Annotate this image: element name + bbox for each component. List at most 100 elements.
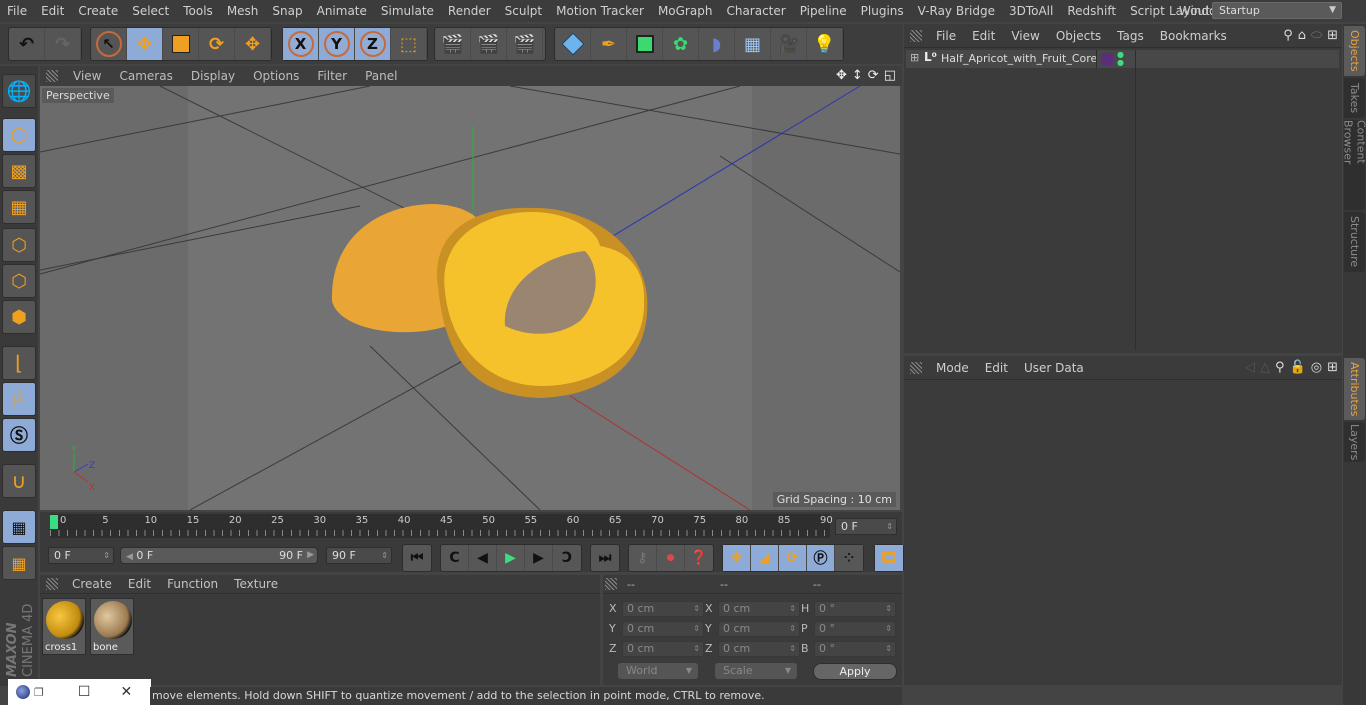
spinner-icon[interactable]: ⇕ <box>789 602 796 616</box>
camera-label[interactable]: Perspective <box>42 88 114 103</box>
undo-button[interactable]: ↶ <box>9 28 45 60</box>
record-key-button[interactable]: ⚷ <box>629 545 657 571</box>
spinner-icon[interactable]: ⇕ <box>885 602 892 616</box>
axis-x-button[interactable]: X <box>283 28 319 60</box>
workplane-mode-button[interactable]: ▦ <box>2 190 36 224</box>
material-bone[interactable]: bone <box>90 598 134 655</box>
spinner-icon[interactable]: ⇕ <box>693 602 700 616</box>
object-name[interactable]: Half_Apricot_with_Fruit_Core <box>941 52 1097 65</box>
goto-end-button[interactable]: ⏭ <box>591 545 619 571</box>
tab-content-browser[interactable]: Content Browser <box>1342 120 1366 210</box>
coord-field[interactable]: 0 cm ⇕ <box>718 621 800 637</box>
polygons-mode-button[interactable]: ⬢ <box>2 300 36 334</box>
viewport-menu-cameras[interactable]: Cameras <box>110 69 181 83</box>
menu-file[interactable]: File <box>0 4 34 18</box>
search-icon[interactable]: ⚲ <box>1275 360 1285 375</box>
spinner-icon[interactable]: ⇕ <box>789 642 796 656</box>
tab-layers[interactable]: Layers <box>1344 422 1365 462</box>
snap-button[interactable]: ∪ <box>2 464 36 498</box>
coord-field[interactable]: 0 ° ⇕ <box>814 641 896 657</box>
material-menu-function[interactable]: Function <box>159 577 226 591</box>
prev-key-button[interactable]: C <box>441 545 469 571</box>
pen-button[interactable]: ✒ <box>591 28 627 60</box>
viewport-perspective[interactable]: Y Z X Perspective Grid Spacing : 10 cm <box>40 86 900 510</box>
dolly-icon[interactable]: ↕ <box>852 68 863 83</box>
orbit-icon[interactable]: ⟳ <box>868 68 879 83</box>
panel-grip-icon[interactable] <box>605 578 617 590</box>
points-mode-button[interactable]: ⬡ <box>2 228 36 262</box>
axis-mode-button[interactable]: ⌊ <box>2 346 36 380</box>
viewport-menu-view[interactable]: View <box>64 69 110 83</box>
object-menu-tags[interactable]: Tags <box>1109 29 1152 43</box>
panel-grip-icon[interactable] <box>46 70 58 82</box>
coord-field[interactable]: 0 ° ⇕ <box>814 601 896 617</box>
key-parameter-button[interactable]: Ⓟ <box>807 545 835 571</box>
menu-animate[interactable]: Animate <box>310 4 374 18</box>
menu-vray-bridge[interactable]: V-Ray Bridge <box>911 4 1002 18</box>
maximize-view-icon[interactable]: ◱ <box>884 68 896 83</box>
menu-pipeline[interactable]: Pipeline <box>793 4 854 18</box>
maximize-icon[interactable]: ☐ <box>78 684 91 700</box>
menu-redshift[interactable]: Redshift <box>1060 4 1123 18</box>
menu-select[interactable]: Select <box>125 4 176 18</box>
menu-snap[interactable]: Snap <box>265 4 309 18</box>
coord-field[interactable]: 0 cm ⇕ <box>622 601 704 617</box>
menu-motion-tracker[interactable]: Motion Tracker <box>549 4 651 18</box>
model-mode-button[interactable]: ⬡ <box>2 118 36 152</box>
render-settings-button[interactable]: 🎬 <box>507 28 543 60</box>
coord-field[interactable]: 0 cm ⇕ <box>622 621 704 637</box>
make-editable-button[interactable]: 🌐 <box>2 74 36 108</box>
key-position-button[interactable]: ✥ <box>723 545 751 571</box>
object-menu-bookmarks[interactable]: Bookmarks <box>1152 29 1235 43</box>
spinner-icon[interactable]: ⇕ <box>381 548 388 563</box>
subdivision-button[interactable] <box>627 28 663 60</box>
expand-icon[interactable]: ⊞ <box>910 51 919 64</box>
menu-mograph[interactable]: MoGraph <box>651 4 720 18</box>
solo-button[interactable]: Ⓢ <box>2 418 36 452</box>
range-right-arrow-icon[interactable]: ▶ <box>307 548 314 563</box>
viewport-menu-filter[interactable]: Filter <box>308 69 356 83</box>
panel-grip-icon[interactable] <box>910 29 922 42</box>
back-arrow-icon[interactable]: ◁ <box>1245 360 1255 375</box>
deformer-button[interactable]: ◗ <box>699 28 735 60</box>
object-menu-file[interactable]: File <box>928 29 964 43</box>
spinner-icon[interactable]: ⇕ <box>693 642 700 656</box>
coord-field[interactable]: 0 ° ⇕ <box>814 621 896 637</box>
restore-icon[interactable]: ❐ <box>34 686 44 699</box>
spinner-icon[interactable]: ⇕ <box>885 622 892 636</box>
next-key-button[interactable]: Ↄ <box>553 545 581 571</box>
viewport-menu-display[interactable]: Display <box>182 69 244 83</box>
menu-sculpt[interactable]: Sculpt <box>498 4 549 18</box>
menu-plugins[interactable]: Plugins <box>854 4 911 18</box>
menu-mesh[interactable]: Mesh <box>220 4 266 18</box>
coord-space-dropdown[interactable]: World ▼ <box>618 663 698 679</box>
move-tool-button[interactable]: ✥ <box>127 28 163 60</box>
timeline-ruler[interactable]: 0 5 10 15 20 25 30 35 40 45 50 55 60 65 70 75 80 85 90 <box>50 514 833 538</box>
lock-icon[interactable]: 🔓 <box>1290 360 1306 375</box>
redo-button[interactable]: ↷ <box>45 28 81 60</box>
layout-select[interactable]: Startup ▼ <box>1212 2 1342 19</box>
spinner-icon[interactable]: ⇕ <box>693 622 700 636</box>
auto-key-button[interactable]: ⏺ <box>657 545 685 571</box>
eye-icon[interactable]: ⬭ <box>1311 28 1322 43</box>
menu-edit[interactable]: Edit <box>34 4 71 18</box>
up-arrow-icon[interactable]: △ <box>1260 360 1270 375</box>
new-panel-icon[interactable]: ⊞ <box>1327 28 1338 43</box>
camera-button[interactable]: 🎥 <box>771 28 807 60</box>
key-rotation-button[interactable]: ⟳ <box>779 545 807 571</box>
close-icon[interactable]: ✕ <box>120 684 132 700</box>
live-select-button[interactable]: ↖ <box>91 28 127 60</box>
goto-start-button[interactable]: ⏮ <box>403 545 431 571</box>
key-pla-button[interactable]: ⁘ <box>835 545 863 571</box>
material-menu-create[interactable]: Create <box>64 577 120 591</box>
cube-button[interactable] <box>555 28 591 60</box>
layer-color-swatch[interactable] <box>1101 53 1113 65</box>
render-picture-viewer-button[interactable]: 🎬 <box>471 28 507 60</box>
coord-field[interactable]: 0 cm ⇕ <box>718 601 800 617</box>
object-menu-edit[interactable]: Edit <box>964 29 1003 43</box>
menu-simulate[interactable]: Simulate <box>374 4 441 18</box>
workplane-lock-button[interactable]: ▦ <box>2 510 36 544</box>
attribute-menu-mode[interactable]: Mode <box>928 361 977 375</box>
coordinate-system-button[interactable]: ⬚ <box>391 28 427 60</box>
material-menu-texture[interactable]: Texture <box>226 577 286 591</box>
